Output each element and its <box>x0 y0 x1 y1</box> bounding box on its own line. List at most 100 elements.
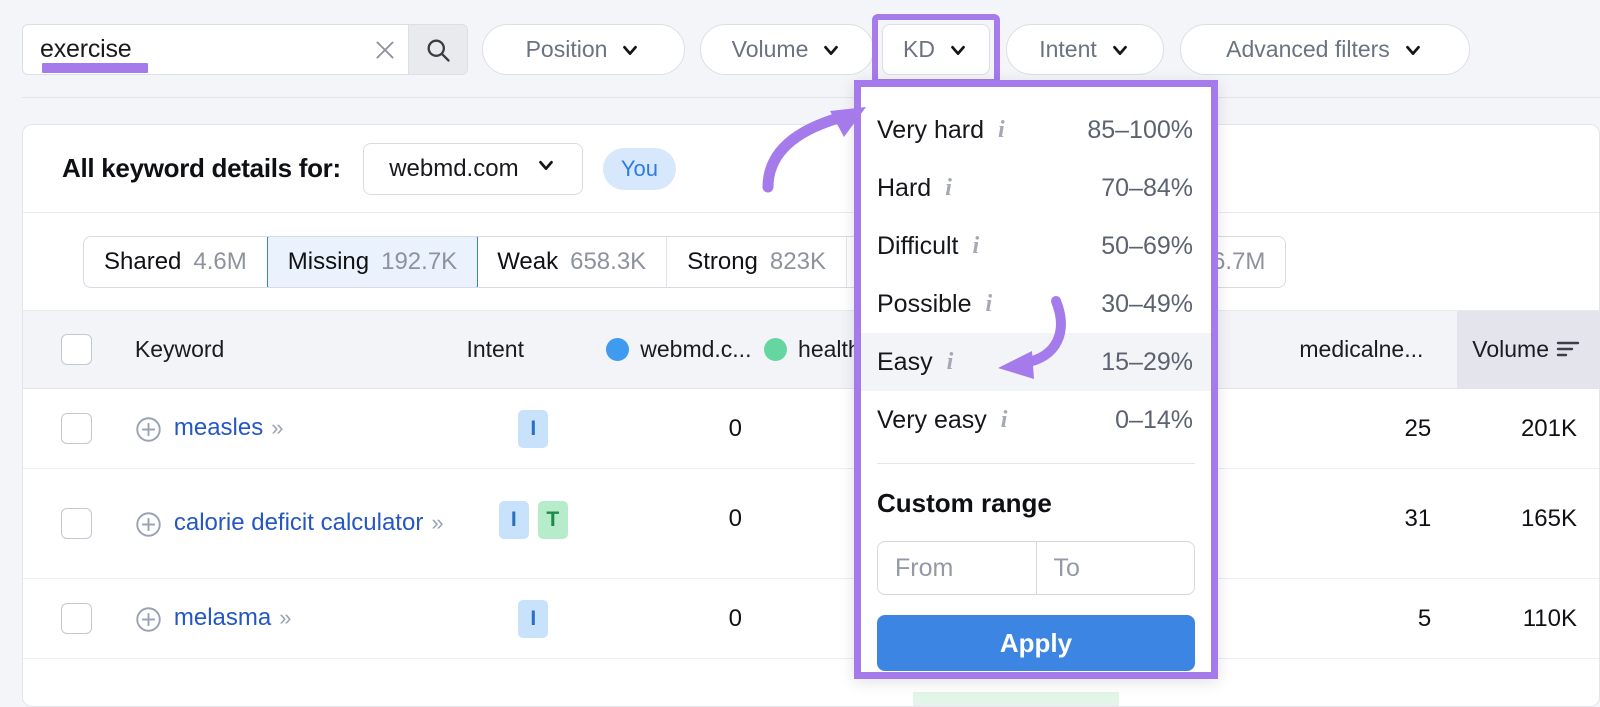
row-checkbox-cell[interactable] <box>23 508 131 539</box>
tab-weak[interactable]: Weak 658.3K <box>477 237 667 287</box>
position-filter-button[interactable]: Position <box>482 24 685 75</box>
info-icon[interactable]: i <box>986 291 993 318</box>
sort-icon[interactable] <box>1555 336 1581 363</box>
search-icon[interactable] <box>408 25 467 74</box>
kd-filter-label: KD <box>903 36 935 63</box>
keyword-cell[interactable]: calorie deficit calculator » <box>131 507 461 539</box>
keyword-link[interactable]: calorie deficit calculator » <box>174 507 444 539</box>
row-checkbox[interactable] <box>61 603 92 634</box>
keyword-cell[interactable]: melasma» <box>131 602 461 634</box>
filter-bar-divider <box>22 97 1600 98</box>
intent-badge-transactional[interactable]: T <box>538 501 568 539</box>
info-icon[interactable]: i <box>947 349 954 376</box>
page-title: All keyword details for: <box>62 153 341 184</box>
intent-filter-label: Intent <box>1039 36 1097 63</box>
keyword-link[interactable]: melasma» <box>174 602 292 634</box>
series-dot-webmd <box>606 338 629 361</box>
chevron-down-icon <box>1402 39 1424 61</box>
row-checkbox[interactable] <box>61 508 92 539</box>
tab-label: Weak <box>497 248 558 276</box>
kd-option-possible[interactable]: Possible i 30–49% <box>861 275 1211 333</box>
kd-option-label: Difficult <box>877 232 959 261</box>
apply-button[interactable]: Apply <box>877 615 1195 671</box>
advanced-filters-button[interactable]: Advanced filters <box>1180 24 1470 75</box>
tab-shared[interactable]: Shared 4.6M <box>84 237 268 287</box>
webmd-value: 0 <box>606 415 764 443</box>
keyword-text-line2: calculator <box>321 509 424 536</box>
tab-strong[interactable]: Strong 823K <box>667 237 847 287</box>
column-header-volume[interactable]: Volume <box>1457 311 1599 389</box>
tab-label: Missing <box>288 248 369 276</box>
chevron-down-icon <box>1109 39 1131 61</box>
select-all-checkbox-cell[interactable] <box>23 334 131 365</box>
kd-option-very-easy[interactable]: Very easy i 0–14% <box>861 391 1211 449</box>
column-header-webmd[interactable]: webmd.c... <box>606 336 764 363</box>
column-header-webmd-label: webmd.c... <box>640 336 751 363</box>
intent-badge-informational[interactable]: I <box>499 501 529 539</box>
expand-chevrons-icon[interactable]: » <box>271 415 283 440</box>
search-term-highlight-annotation <box>42 63 148 73</box>
intent-filter-button[interactable]: Intent <box>1006 24 1164 75</box>
close-icon[interactable] <box>362 25 408 74</box>
kd-filter-button[interactable]: KD <box>882 24 990 75</box>
kd-option-range: 70–84% <box>1101 174 1193 203</box>
domain-select-value: webmd.com <box>389 155 518 183</box>
range-to-input[interactable]: To <box>1036 542 1195 594</box>
volume-value: 201K <box>1457 415 1599 443</box>
kd-option-difficult[interactable]: Difficult i 50–69% <box>861 217 1211 275</box>
kd-option-hard[interactable]: Hard i 70–84% <box>861 159 1211 217</box>
kd-option-range: 30–49% <box>1101 290 1193 319</box>
keyword-cell[interactable]: measles» <box>131 412 461 444</box>
advanced-filters-label: Advanced filters <box>1226 36 1390 63</box>
filter-bar: exercise Position Volume <box>0 0 1600 98</box>
info-icon[interactable]: i <box>998 117 1005 144</box>
tab-missing[interactable]: Missing 192.7K <box>267 236 478 288</box>
kd-dropdown-panel: Very hard i 85–100% Hard i 70–84% Diffic… <box>854 80 1218 679</box>
volume-filter-button[interactable]: Volume <box>700 24 874 75</box>
kd-option-label: Possible <box>877 290 972 319</box>
row-checkbox-cell[interactable] <box>23 603 131 634</box>
row-checkbox-cell[interactable] <box>23 413 131 444</box>
add-keyword-icon[interactable] <box>135 606 162 633</box>
volume-filter-label: Volume <box>732 36 809 63</box>
info-icon[interactable]: i <box>945 175 952 202</box>
intent-badge-informational[interactable]: I <box>518 600 548 638</box>
kd-option-easy[interactable]: Easy i 15–29% <box>861 333 1211 391</box>
chevron-down-icon <box>619 39 641 61</box>
chevron-down-icon <box>820 39 842 61</box>
info-icon[interactable]: i <box>973 233 980 260</box>
range-from-input[interactable]: From <box>878 542 1036 594</box>
add-keyword-icon[interactable] <box>135 511 162 538</box>
column-header-keyword[interactable]: Keyword <box>131 336 461 363</box>
domain-select[interactable]: webmd.com <box>363 143 583 195</box>
column-header-medicalnews[interactable]: medicalne... <box>1265 336 1457 363</box>
row-checkbox[interactable] <box>61 413 92 444</box>
volume-value: 110K <box>1457 605 1599 633</box>
column-header-intent[interactable]: Intent <box>460 336 606 363</box>
kd-option-range: 50–69% <box>1101 232 1193 261</box>
kd-option-very-hard[interactable]: Very hard i 85–100% <box>861 101 1211 159</box>
tab-count: 192.7K <box>381 248 457 276</box>
tab-count: 823K <box>770 248 826 276</box>
intent-badge-informational[interactable]: I <box>518 410 548 448</box>
kd-option-range: 15–29% <box>1101 348 1193 377</box>
intent-cell: I <box>460 600 606 638</box>
keyword-link[interactable]: measles» <box>174 412 284 444</box>
search-input-value: exercise <box>40 35 132 64</box>
expand-chevrons-icon[interactable]: » <box>431 510 443 535</box>
you-badge-label: You <box>621 156 658 182</box>
tab-label: Strong <box>687 248 758 276</box>
table-row[interactable]: melasma» I 0 7 5 110K <box>23 579 1599 659</box>
table-row[interactable]: calorie deficit calculator» I T 0 13 31 … <box>23 469 1599 579</box>
info-icon[interactable]: i <box>1001 407 1008 434</box>
row-highlight-strip <box>913 692 1119 706</box>
tab-count: 4.6M <box>193 248 246 276</box>
expand-chevrons-icon[interactable]: » <box>279 605 291 630</box>
keyword-text: calorie deficit <box>174 509 314 536</box>
volume-value: 165K <box>1457 505 1599 533</box>
select-all-checkbox[interactable] <box>61 334 92 365</box>
table-row[interactable]: measles» I 0 14 25 201K <box>23 389 1599 469</box>
webmd-value: 0 <box>606 505 764 533</box>
add-keyword-icon[interactable] <box>135 416 162 443</box>
table-header-row: Keyword Intent webmd.c... healthline... … <box>23 311 1599 389</box>
